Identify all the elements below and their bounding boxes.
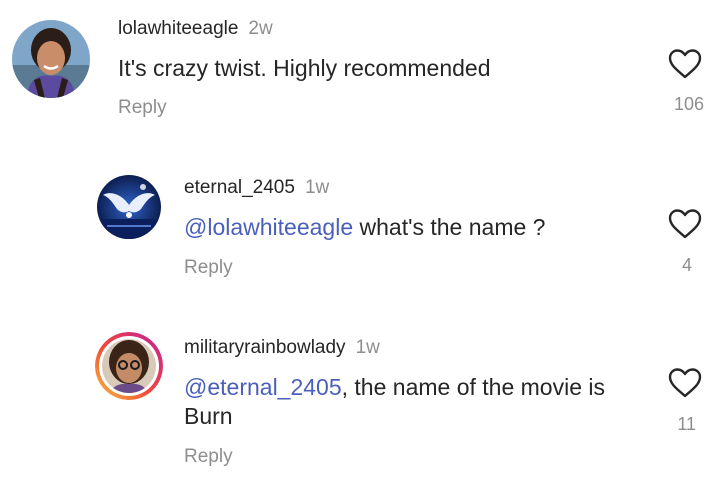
comment-body: It's crazy twist. Highly recommended (118, 55, 491, 81)
avatar[interactable] (95, 332, 163, 400)
reply-button[interactable]: Reply (118, 97, 167, 119)
like-button[interactable] (667, 208, 703, 240)
heart-icon (668, 368, 702, 398)
comment-text: It's crazy twist. Highly recommended (118, 54, 638, 83)
timestamp: 2w (248, 18, 273, 39)
comment-text: @lolawhiteeagle what's the name ? (184, 213, 644, 242)
heart-icon (668, 49, 702, 79)
username[interactable]: lolawhiteeagle (118, 18, 238, 39)
username[interactable]: militaryrainbowlady (184, 337, 346, 358)
avatar[interactable] (97, 175, 161, 239)
comment-meta: eternal_2405 1w (184, 177, 329, 199)
user-photo-avatar-icon (12, 20, 90, 98)
avatar[interactable] (12, 20, 90, 98)
like-count: 106 (673, 94, 704, 114)
like-button[interactable] (667, 48, 703, 80)
comment-body: what's the name ? (353, 214, 546, 240)
wings-logo-avatar-icon (97, 175, 161, 239)
heart-icon (668, 209, 702, 239)
mention-link[interactable]: @eternal_2405 (184, 374, 342, 400)
story-ring-avatar-icon (95, 332, 163, 400)
comment-meta: militaryrainbowlady 1w (184, 337, 380, 359)
reply-button[interactable]: Reply (184, 446, 233, 468)
mention-link[interactable]: @lolawhiteeagle (184, 214, 353, 240)
like-count: 11 (677, 414, 696, 434)
like-button[interactable] (667, 367, 703, 399)
username[interactable]: eternal_2405 (184, 177, 295, 198)
reply-button[interactable]: Reply (184, 257, 233, 279)
comment-text: @eternal_2405, the name of the movie is … (184, 373, 624, 431)
like-count: 4 (681, 255, 692, 275)
timestamp: 1w (355, 337, 380, 358)
comment-meta: lolawhiteeagle 2w (118, 18, 273, 40)
timestamp: 1w (304, 177, 330, 198)
